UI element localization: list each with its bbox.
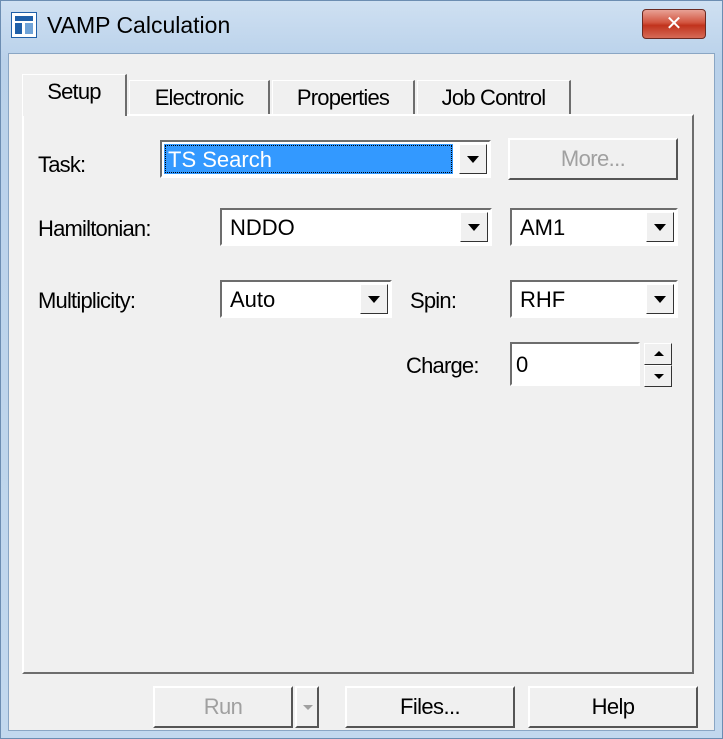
multiplicity-value: Auto: [230, 287, 276, 312]
multiplicity-dropdown-arrow-icon[interactable]: [360, 284, 388, 314]
hamiltonian-dropdown-arrow-icon[interactable]: [460, 212, 488, 242]
close-icon: ✕: [665, 11, 683, 35]
tab-properties-label: Properties: [296, 85, 390, 110]
charge-value: 0: [516, 352, 529, 377]
spin-dropdown-arrow-icon[interactable]: [646, 284, 674, 314]
spin-label: Spin:: [410, 288, 457, 313]
more-button[interactable]: More...: [508, 138, 678, 180]
close-button[interactable]: ✕: [642, 9, 706, 39]
app-icon: [11, 12, 37, 38]
multiplicity-combobox[interactable]: Auto: [220, 280, 392, 318]
method-combobox[interactable]: AM1: [510, 208, 678, 246]
tab-setup-label: Setup: [47, 79, 101, 104]
window-title: VAMP Calculation: [47, 12, 231, 38]
spin-value: RHF: [520, 287, 566, 312]
run-dropdown-arrow-icon[interactable]: [295, 686, 319, 728]
charge-decrement-icon[interactable]: [644, 365, 672, 387]
files-button[interactable]: Files...: [345, 686, 515, 728]
task-label: Task:: [38, 152, 86, 177]
hamiltonian-label: Hamiltonian:: [38, 216, 151, 241]
tab-electronic-label: Electronic: [154, 85, 244, 110]
charge-label: Charge:: [406, 353, 479, 378]
method-value: AM1: [520, 215, 566, 240]
multiplicity-label: Multiplicity:: [38, 288, 136, 313]
hamiltonian-value: NDDO: [230, 215, 295, 240]
task-combobox[interactable]: TS Search: [160, 140, 491, 178]
help-button[interactable]: Help: [528, 686, 698, 728]
tab-electronic[interactable]: Electronic: [129, 80, 270, 116]
tab-job-control[interactable]: Job Control: [417, 80, 571, 116]
tab-setup[interactable]: Setup: [22, 74, 127, 116]
task-selected-item: TS Search: [164, 144, 453, 174]
vamp-calculation-window: VAMP Calculation ✕ Setup Electronic Prop…: [0, 0, 723, 739]
title-bar[interactable]: VAMP Calculation ✕: [1, 1, 722, 53]
spin-combobox[interactable]: RHF: [510, 280, 678, 318]
task-value: TS Search: [168, 147, 272, 172]
run-button-label: Run: [203, 694, 243, 719]
method-dropdown-arrow-icon[interactable]: [646, 212, 674, 242]
charge-increment-icon[interactable]: [644, 343, 672, 365]
run-button[interactable]: Run: [153, 686, 293, 728]
files-button-label: Files...: [400, 694, 461, 719]
dialog-client-area: Setup Electronic Properties Job Control …: [8, 53, 715, 731]
more-button-label: More...: [560, 146, 626, 171]
help-button-label: Help: [591, 694, 635, 719]
tab-properties[interactable]: Properties: [272, 80, 415, 116]
hamiltonian-combobox[interactable]: NDDO: [220, 208, 492, 246]
tab-job-control-label: Job Control: [441, 85, 547, 110]
setup-tab-panel: Task: TS Search More... Hamiltonian: NDD…: [22, 114, 694, 674]
charge-input[interactable]: 0: [510, 342, 640, 386]
task-dropdown-arrow-icon[interactable]: [459, 144, 487, 174]
